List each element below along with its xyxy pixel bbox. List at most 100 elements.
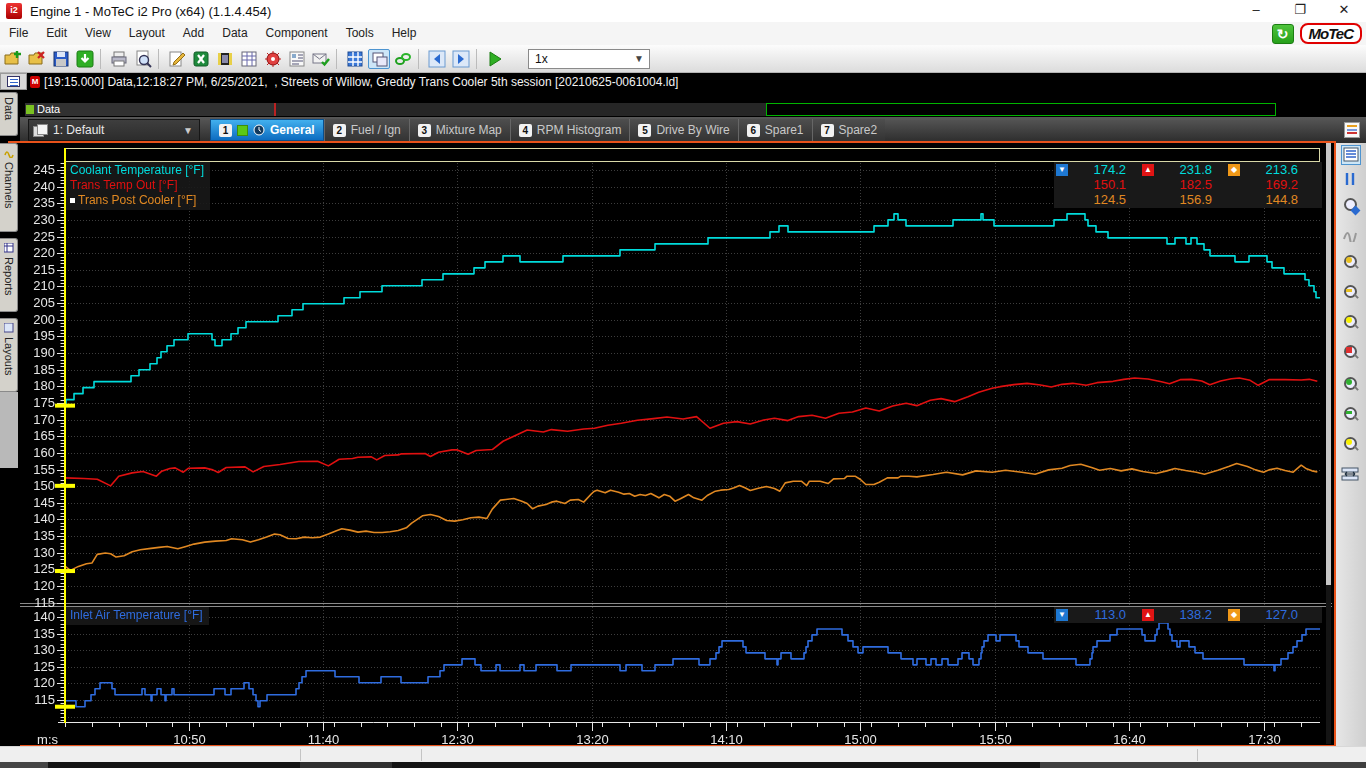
min-icon: ▼ — [1056, 164, 1068, 176]
zoom-out-y-icon[interactable] — [1341, 405, 1361, 425]
tab-drive-by-wire[interactable]: 5Drive By Wire — [629, 119, 737, 141]
print-icon[interactable] — [108, 49, 130, 69]
motec-logo: MoTeC — [1300, 23, 1362, 44]
export-excel-icon[interactable] — [190, 49, 212, 69]
menu-file[interactable]: File — [0, 22, 37, 45]
tab-rpm-histogram[interactable]: 4RPM Histogram — [510, 119, 630, 141]
window-title: Engine 1 - MoTeC i2 Pro (x64) (1.1.4.454… — [30, 4, 271, 19]
link-icon[interactable] — [392, 49, 414, 69]
sync-button[interactable]: ↻ — [1272, 24, 1294, 44]
chevron-down-icon: ▼ — [634, 53, 644, 64]
chevron-down-icon: ▼ — [183, 125, 193, 136]
windows-icon[interactable] — [368, 49, 390, 69]
menu-layout[interactable]: Layout — [120, 22, 174, 45]
max-icon: ▲ — [1142, 164, 1154, 176]
tab-general[interactable]: 1 General — [210, 119, 324, 141]
nav-right-icon[interactable] — [450, 49, 472, 69]
channels-icon — [4, 148, 14, 158]
zoom-fit-x-icon[interactable] — [1341, 313, 1361, 333]
edit-worksheet-icon[interactable] — [1344, 122, 1360, 138]
legend-marker — [70, 198, 75, 203]
taskbar-edge — [0, 762, 1366, 768]
max-icon: ▲ — [1142, 609, 1154, 621]
gauge-icon[interactable] — [262, 49, 284, 69]
menu-view[interactable]: View — [76, 22, 120, 45]
tab-spare1[interactable]: 6Spare1 — [738, 119, 812, 141]
zoom-fit-y-icon[interactable] — [1341, 435, 1361, 455]
ruler-icon[interactable] — [1341, 465, 1361, 485]
play-icon[interactable] — [484, 49, 506, 69]
menu-help[interactable]: Help — [383, 22, 426, 45]
status-bar — [0, 746, 1366, 762]
avg-icon: ◆ — [1228, 609, 1240, 621]
active-data-icon — [237, 125, 248, 136]
save-icon[interactable] — [50, 49, 72, 69]
data-file-bar: M [19:15.000] Data,12:18:27 PM, 6/25/202… — [0, 73, 1366, 90]
reports-icon — [4, 243, 14, 253]
legend-trans-post: Trans Post Cooler [°F] — [70, 193, 204, 208]
components-icon[interactable] — [344, 49, 366, 69]
tab-mixture-map[interactable]: 3Mixture Map — [409, 119, 510, 141]
sidebar: Data Channels Reports Layouts — [0, 90, 20, 746]
avg-icon: ◆ — [1228, 164, 1240, 176]
min-icon: ▼ — [1056, 609, 1068, 621]
vertical-scrollbar[interactable] — [1326, 143, 1331, 744]
zoom-region-icon[interactable] — [1341, 343, 1361, 363]
legend-coolant: Coolant Temperature [°F] — [70, 163, 204, 178]
zoom-out-x-icon[interactable] — [1341, 283, 1361, 303]
curves-icon[interactable] — [1341, 224, 1361, 244]
legend-inlet: Inlet Air Temperature [°F] — [70, 608, 203, 623]
close-button[interactable]: ✕ — [1322, 0, 1366, 22]
import-icon[interactable] — [74, 49, 96, 69]
stats-panel: ▼174.2 ▲231.8 ◆213.6 150.1 182.5 169.2 1… — [1054, 162, 1322, 208]
graph-legend: Coolant Temperature [°F] Trans Temp Out … — [66, 162, 210, 210]
playback-speed-select[interactable]: 1x ▼ — [528, 49, 650, 69]
new-file-icon[interactable] — [2, 49, 24, 69]
legend-trans-out: Trans Temp Out [°F] — [70, 178, 204, 193]
table-icon[interactable] — [238, 49, 260, 69]
edit-icon[interactable] — [166, 49, 188, 69]
menu-component[interactable]: Component — [257, 22, 337, 45]
properties-icon[interactable] — [286, 49, 308, 69]
print-preview-icon[interactable] — [132, 49, 154, 69]
menu-bar: File Edit View Layout Add Data Component… — [0, 22, 1366, 45]
pause-icon[interactable] — [1341, 170, 1361, 190]
pane-header-data[interactable]: Data Data — [25, 103, 766, 116]
pane-header-cursor — [274, 103, 276, 116]
scrollbar-thumb[interactable] — [1326, 143, 1331, 585]
video-icon[interactable] — [214, 49, 236, 69]
graph-panel: Coolant Temperature [°F] Trans Temp Out … — [20, 143, 1336, 746]
data-file-text: [19:15.000] Data,12:18:27 PM, 6/25/2021,… — [44, 75, 678, 89]
tab-spare2[interactable]: 7Spare2 — [812, 119, 886, 141]
sidebar-tab-channels[interactable]: Channels — [0, 143, 18, 232]
zoom-in-y-icon[interactable] — [1341, 375, 1361, 395]
restore-button[interactable]: ❐ — [1278, 0, 1322, 22]
zoom-select-icon[interactable] — [1341, 196, 1361, 216]
zoom-in-x-icon[interactable] — [1341, 253, 1361, 273]
menu-add[interactable]: Add — [174, 22, 213, 45]
graph-toolbar — [1336, 143, 1366, 746]
layouts-icon — [4, 323, 14, 333]
open-file-icon[interactable] — [26, 49, 48, 69]
menu-tools[interactable]: Tools — [337, 22, 383, 45]
tab-fuel-ign[interactable]: 2Fuel / Ign — [324, 119, 409, 141]
data-range-box[interactable] — [766, 103, 1276, 116]
values-list-icon[interactable] — [1341, 145, 1361, 165]
sidebar-tab-data[interactable]: Data — [0, 92, 18, 136]
data-active-indicator — [26, 105, 34, 114]
title-bar: i2 Engine 1 - MoTeC i2 Pro (x64) (1.1.4.… — [0, 0, 1366, 22]
sidebar-tab-layouts[interactable]: Layouts — [0, 318, 18, 392]
time-graph[interactable] — [20, 143, 1332, 744]
minimize-button[interactable]: – — [1234, 0, 1278, 22]
data-view-icon[interactable] — [0, 73, 27, 90]
menu-edit[interactable]: Edit — [37, 22, 76, 45]
pages-icon — [33, 124, 47, 136]
clock-icon — [253, 124, 265, 136]
mail-check-icon[interactable] — [310, 49, 332, 69]
nav-left-icon[interactable] — [426, 49, 448, 69]
menu-data[interactable]: Data — [213, 22, 256, 45]
worksheet-tab-bar: 1: Default ▼ 1 General 2Fuel / Ign 3Mixt… — [0, 117, 1366, 143]
pane-header-strip: Data Data — [0, 90, 1366, 117]
worksheet-selector[interactable]: 1: Default ▼ — [28, 119, 200, 141]
sidebar-tab-reports[interactable]: Reports — [0, 238, 18, 312]
